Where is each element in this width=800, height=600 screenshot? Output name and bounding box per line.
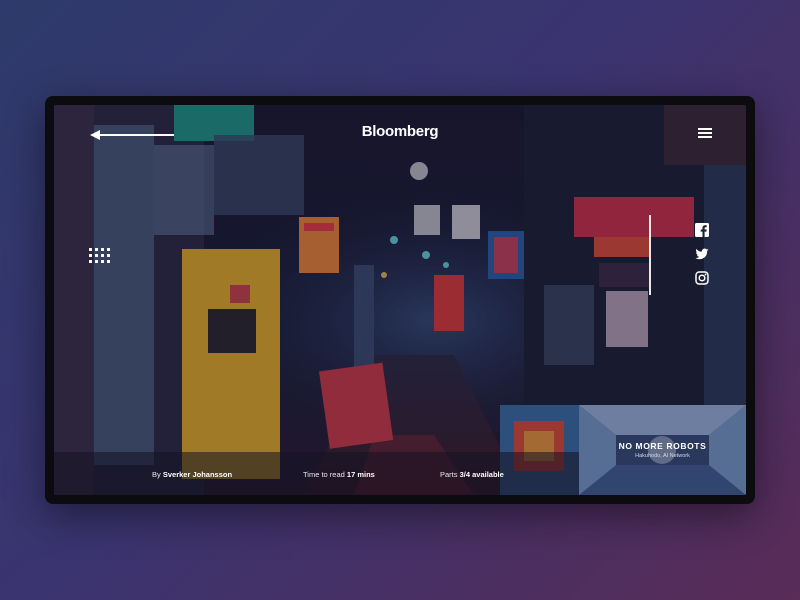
facebook-icon[interactable] (695, 223, 709, 237)
article-hero: Bloomberg By Sverker Johansson Time to r… (54, 105, 746, 495)
next-story-subtitle: Hakuhodo, AI Network (635, 453, 690, 459)
author-credit: By Sverker Johansson (152, 470, 233, 479)
hamburger-menu-icon[interactable] (698, 127, 712, 139)
next-story-title: NO MORE ROBOTS (618, 441, 707, 451)
scroll-progress-line[interactable] (649, 215, 651, 295)
author-name[interactable]: Sverker Johansson (163, 470, 232, 479)
device-frame: Bloomberg By Sverker Johansson Time to r… (45, 96, 755, 504)
grid-menu-icon[interactable] (89, 248, 110, 268)
instagram-icon[interactable] (695, 271, 709, 285)
brand-logo[interactable]: Bloomberg (54, 123, 746, 140)
read-time: Time to read 17 mins (303, 470, 375, 479)
twitter-icon[interactable] (695, 247, 709, 261)
parts-available: Parts 3/4 available (440, 470, 504, 479)
social-links (695, 223, 711, 295)
next-story-card[interactable]: NO MORE ROBOTS Hakuhodo, AI Network (579, 405, 746, 495)
